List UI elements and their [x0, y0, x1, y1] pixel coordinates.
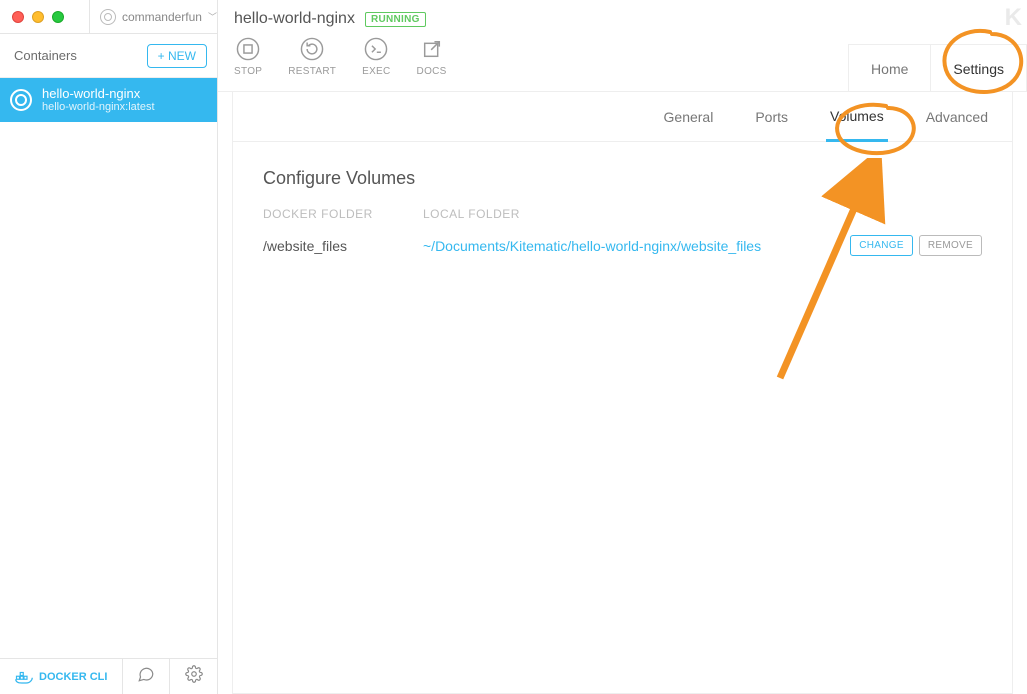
volumes-table: DOCKER FOLDER LOCAL FOLDER /website_file…: [263, 207, 982, 256]
stop-label: STOP: [234, 66, 262, 77]
sidebar-item-hello-world-nginx[interactable]: hello-world-nginx hello-world-nginx:late…: [0, 78, 217, 122]
subtab-advanced[interactable]: Advanced: [922, 92, 992, 141]
feedback-button[interactable]: [123, 659, 170, 694]
change-button[interactable]: CHANGE: [850, 235, 913, 256]
docs-label: DOCS: [417, 66, 447, 77]
container-item-image: hello-world-nginx:latest: [42, 101, 155, 114]
main-header: hello-world-nginx RUNNING STOP RESTART E…: [218, 0, 1027, 92]
container-running-icon: [10, 89, 32, 111]
docs-icon: [419, 36, 445, 62]
close-icon[interactable]: [12, 11, 24, 23]
chevron-down-icon: ﹀: [208, 10, 217, 23]
avatar-icon: [100, 9, 116, 25]
col-header-docker: DOCKER FOLDER: [263, 207, 423, 221]
exec-label: EXEC: [362, 66, 390, 77]
section-title: Configure Volumes: [263, 168, 982, 189]
exec-button[interactable]: EXEC: [362, 36, 390, 77]
row-actions: CHANGE REMOVE: [850, 235, 982, 256]
sidebar-footer: DOCKER CLI: [0, 658, 217, 694]
minimize-icon[interactable]: [32, 11, 44, 23]
main-panel: K hello-world-nginx RUNNING STOP RESTART…: [218, 0, 1027, 694]
docker-cli-button[interactable]: DOCKER CLI: [0, 659, 123, 694]
new-container-button[interactable]: + NEW: [147, 44, 207, 68]
settings-button[interactable]: [170, 659, 217, 694]
maximize-icon[interactable]: [52, 11, 64, 23]
stop-icon: [235, 36, 261, 62]
chat-icon: [137, 665, 155, 688]
restart-button[interactable]: RESTART: [288, 36, 336, 77]
titlebar: commanderfun ﹀: [0, 0, 217, 34]
exec-icon: [363, 36, 389, 62]
nav-tabs: Home Settings: [848, 44, 1027, 92]
subtab-volumes[interactable]: Volumes: [826, 92, 888, 142]
container-item-text: hello-world-nginx hello-world-nginx:late…: [42, 86, 155, 115]
stop-button[interactable]: STOP: [234, 36, 262, 77]
content: Configure Volumes DOCKER FOLDER LOCAL FO…: [232, 142, 1013, 694]
subtab-general[interactable]: General: [660, 92, 718, 141]
col-header-local: LOCAL FOLDER: [423, 207, 850, 221]
docker-cli-label: DOCKER CLI: [39, 671, 107, 683]
docker-folder-cell: /website_files: [263, 238, 423, 254]
local-folder-cell[interactable]: ~/Documents/Kitematic/hello-world-nginx/…: [423, 238, 850, 254]
toolbar: STOP RESTART EXEC DOCS: [234, 36, 447, 77]
username: commanderfun: [122, 10, 202, 24]
container-item-name: hello-world-nginx: [42, 86, 155, 102]
tab-settings[interactable]: Settings: [930, 45, 1026, 92]
subtab-ports[interactable]: Ports: [751, 92, 792, 141]
whale-icon: [15, 670, 33, 684]
gear-icon: [185, 665, 203, 688]
window-controls: [0, 0, 90, 33]
tab-home[interactable]: Home: [849, 45, 930, 92]
remove-button[interactable]: REMOVE: [919, 235, 982, 256]
title-row: hello-world-nginx RUNNING: [234, 10, 426, 28]
restart-icon: [299, 36, 325, 62]
containers-header: Containers + NEW: [0, 34, 217, 78]
sub-tabs: General Ports Volumes Advanced: [232, 92, 1013, 142]
user-menu[interactable]: commanderfun ﹀: [90, 0, 217, 33]
status-badge: RUNNING: [365, 12, 426, 27]
docs-button[interactable]: DOCS: [417, 36, 447, 77]
restart-label: RESTART: [288, 66, 336, 77]
containers-heading: Containers: [14, 48, 77, 63]
sidebar: commanderfun ﹀ Containers + NEW hello-wo…: [0, 0, 218, 694]
container-title: hello-world-nginx: [234, 10, 355, 28]
